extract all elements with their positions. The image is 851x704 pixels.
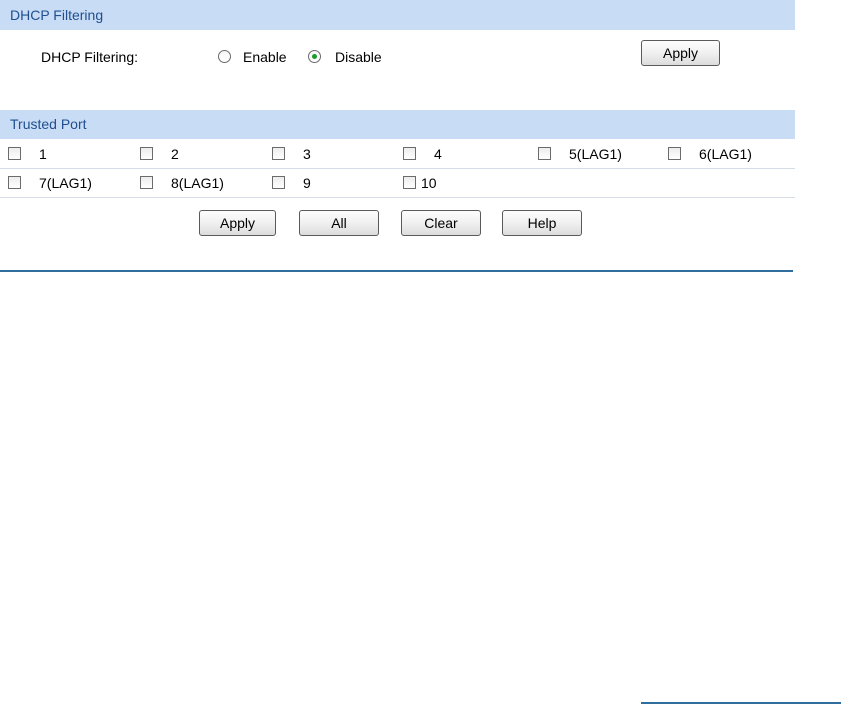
dhcp-filtering-label: DHCP Filtering: xyxy=(41,49,138,65)
port-label: 3 xyxy=(303,146,311,162)
port-checkbox[interactable] xyxy=(403,147,416,160)
port-label: 2 xyxy=(171,146,179,162)
port-checkbox[interactable] xyxy=(668,147,681,160)
trusted-port-section-header: Trusted Port xyxy=(0,110,795,139)
trusted-port-actions: Apply All Clear Help xyxy=(0,210,795,238)
clear-button[interactable]: Clear xyxy=(401,210,481,236)
port-label: 4 xyxy=(434,146,442,162)
disable-radio-label[interactable]: Disable xyxy=(335,49,382,65)
port-checkbox[interactable] xyxy=(140,147,153,160)
port-checkbox[interactable] xyxy=(538,147,551,160)
all-button[interactable]: All xyxy=(299,210,379,236)
disable-radio[interactable] xyxy=(308,50,321,63)
port-label: 8(LAG1) xyxy=(171,175,224,191)
port-label: 6(LAG1) xyxy=(699,146,752,162)
dhcp-filtering-apply-button[interactable]: Apply xyxy=(641,40,720,66)
port-checkbox[interactable] xyxy=(8,176,21,189)
port-label: 7(LAG1) xyxy=(39,175,92,191)
help-button[interactable]: Help xyxy=(502,210,582,236)
port-checkbox[interactable] xyxy=(8,147,21,160)
port-label: 9 xyxy=(303,175,311,191)
enable-radio-label[interactable]: Enable xyxy=(243,49,287,65)
trusted-port-row-1: 1 2 3 4 5(LAG1) 6(LAG1) xyxy=(0,140,795,169)
port-label: 10 xyxy=(421,175,437,191)
port-checkbox[interactable] xyxy=(272,147,285,160)
section-divider xyxy=(0,270,793,272)
port-checkbox[interactable] xyxy=(403,176,416,189)
trusted-port-row-2: 7(LAG1) 8(LAG1) 9 10 xyxy=(0,169,795,198)
port-checkbox[interactable] xyxy=(272,176,285,189)
apply-button[interactable]: Apply xyxy=(199,210,276,236)
port-label: 1 xyxy=(39,146,47,162)
port-label: 5(LAG1) xyxy=(569,146,622,162)
enable-radio[interactable] xyxy=(218,50,231,63)
port-checkbox[interactable] xyxy=(140,176,153,189)
dhcp-filtering-page: DHCP Filtering DHCP Filtering: Enable Di… xyxy=(0,0,851,704)
dhcp-filtering-section-header: DHCP Filtering xyxy=(0,0,795,30)
